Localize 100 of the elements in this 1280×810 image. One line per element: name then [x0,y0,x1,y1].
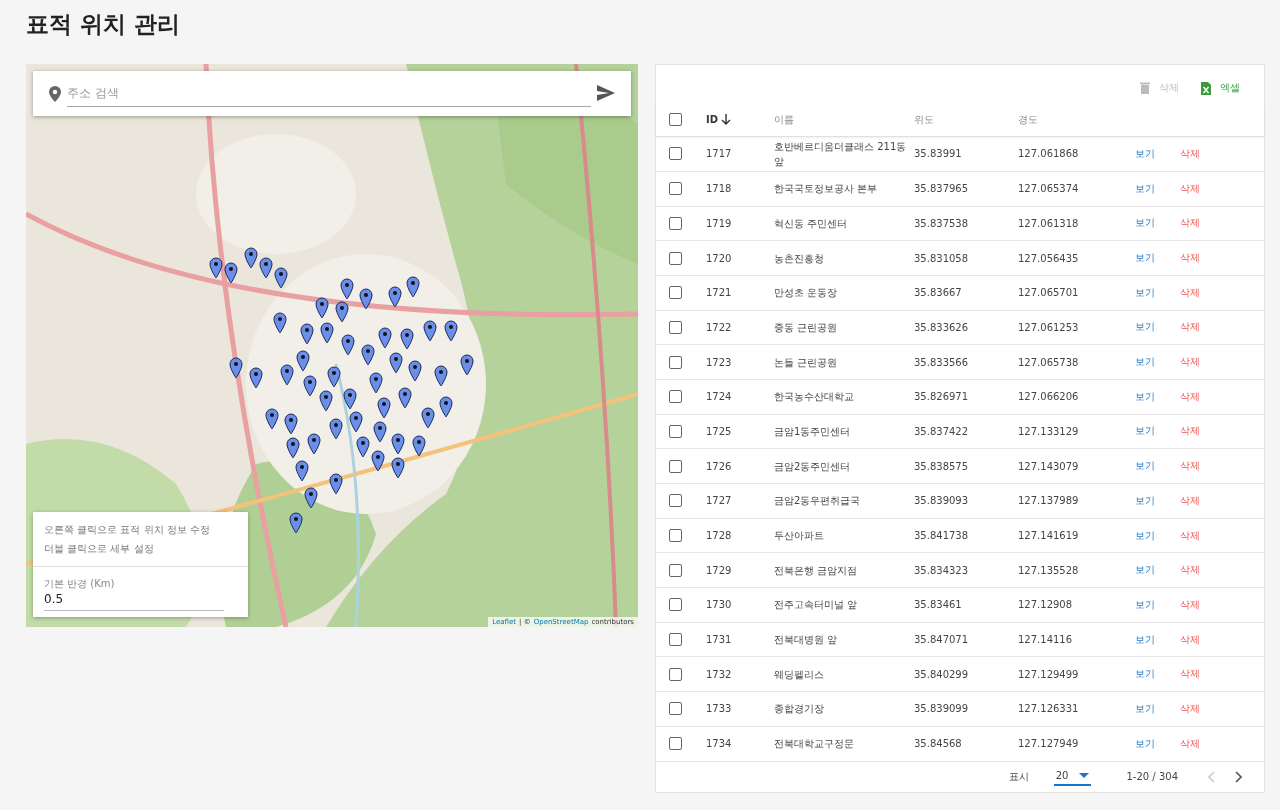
radius-field[interactable]: 0.5 [44,591,224,611]
table-cell-text: 1718 [706,182,732,197]
table-cell-text: 35.837538 [914,216,969,231]
delete-link[interactable]: 삭제 [1180,216,1200,231]
view-link[interactable]: 보기 [1135,528,1155,543]
map-marker-icon [388,286,402,308]
table-cell-text: 1724 [706,390,732,405]
search-field[interactable]: 주소 검색 [33,71,631,116]
checkbox[interactable] [669,702,682,716]
map-marker-icon [412,435,426,457]
checkbox[interactable] [669,529,682,543]
checkbox[interactable] [669,216,682,230]
table-cell-text: 35.839099 [914,702,969,717]
checkbox[interactable] [669,424,682,438]
map-marker-icon [284,413,298,435]
table-cell-text: 전북대학교구정문 [774,737,854,752]
rows-per-page-select[interactable]: 20 [1053,767,1092,786]
table-cell-text: 1723 [706,355,732,370]
table-cell-text: 1720 [706,251,732,266]
delete-link[interactable]: 삭제 [1180,320,1200,335]
checkbox[interactable] [669,355,682,369]
view-link[interactable]: 보기 [1135,251,1155,266]
map-marker-icon [373,421,387,443]
delete-link[interactable]: 삭제 [1180,251,1200,266]
view-link[interactable]: 보기 [1135,146,1155,161]
view-link[interactable]: 보기 [1135,667,1155,682]
table-cell-text: 1729 [706,563,732,578]
view-link[interactable]: 보기 [1135,320,1155,335]
table-cell-text: 1726 [706,459,732,474]
table-cell-text: 35.84568 [914,737,962,752]
column-header[interactable]: 이름 [774,112,794,127]
checkbox[interactable] [669,459,682,473]
map-marker-icon [329,473,343,495]
view-link[interactable]: 보기 [1135,597,1155,612]
view-link[interactable]: 보기 [1135,459,1155,474]
table-cell-text: 1728 [706,529,732,544]
delete-link[interactable]: 삭제 [1180,632,1200,647]
table-cell-text: 35.83461 [914,598,962,613]
view-link[interactable]: 보기 [1135,632,1155,647]
delete-link[interactable]: 삭제 [1180,146,1200,161]
field-label: 기본 반경 (Km) [44,577,115,591]
checkbox[interactable] [669,182,682,196]
delete-link[interactable]: 삭제 [1180,493,1200,508]
delete-link[interactable]: 삭제 [1180,701,1200,716]
map-marker-icon [304,487,318,509]
checkbox[interactable] [669,633,682,647]
map-marker-icon [320,322,334,344]
map-marker-icon [460,354,474,376]
checkbox[interactable] [669,737,682,751]
checkbox[interactable] [669,286,682,300]
table-cell-text: 1721 [706,286,732,301]
map-marker-icon [389,352,403,374]
delete-link[interactable]: 삭제 [1180,424,1200,439]
view-link[interactable]: 보기 [1135,216,1155,231]
column-header[interactable]: 위도 [914,112,934,127]
table-cell-text: 35.837422 [914,424,969,439]
delete-link[interactable]: 삭제 [1180,181,1200,196]
delete-link[interactable]: 삭제 [1180,459,1200,474]
checkbox[interactable] [669,147,682,161]
view-link[interactable]: 보기 [1135,563,1155,578]
view-link[interactable]: 보기 [1135,424,1155,439]
delete-link[interactable]: 삭제 [1180,389,1200,404]
view-link[interactable]: 보기 [1135,736,1155,751]
checkbox[interactable] [669,113,682,127]
column-header[interactable]: ID [706,114,732,126]
checkbox[interactable] [669,494,682,508]
delete-link[interactable]: 삭제 [1180,528,1200,543]
table-cell-text: 두산아파트 [774,529,824,544]
table-cell-text: 금암2동우편취급국 [774,494,861,509]
checkbox[interactable] [669,563,682,577]
column-header[interactable]: 경도 [1018,112,1038,127]
excel-button[interactable]: 엑셀 [1201,81,1240,95]
map-marker-icon [307,433,321,455]
table-cell-text: 35.838575 [914,459,969,474]
map-marker-icon [349,411,363,433]
view-link[interactable]: 보기 [1135,355,1155,370]
map-marker-icon [319,390,333,412]
table-cell-text: 127.065738 [1018,355,1079,370]
checkbox[interactable] [669,598,682,612]
checkbox[interactable] [669,251,682,265]
map-marker-icon [329,418,343,440]
table-cell-text: 35.831058 [914,251,969,266]
checkbox[interactable] [669,390,682,404]
table-cell-text: 전주고속터미널 앞 [774,598,858,613]
delete-link[interactable]: 삭제 [1180,736,1200,751]
send-button[interactable] [597,85,615,101]
delete-link[interactable]: 삭제 [1180,563,1200,578]
view-link[interactable]: 보기 [1135,181,1155,196]
view-link[interactable]: 보기 [1135,701,1155,716]
checkbox[interactable] [669,667,682,681]
delete-link[interactable]: 삭제 [1180,355,1200,370]
delete-link[interactable]: 삭제 [1180,597,1200,612]
checkbox[interactable] [669,320,682,334]
view-link[interactable]: 보기 [1135,493,1155,508]
view-link[interactable]: 보기 [1135,285,1155,300]
map-marker-icon [369,372,383,394]
view-link[interactable]: 보기 [1135,389,1155,404]
table-cell-text: 35.833626 [914,320,969,335]
delete-link[interactable]: 삭제 [1180,667,1200,682]
delete-link[interactable]: 삭제 [1180,285,1200,300]
